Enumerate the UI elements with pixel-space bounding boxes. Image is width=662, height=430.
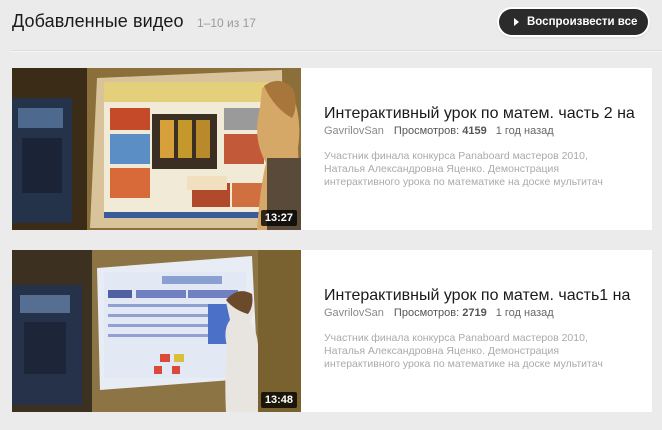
upload-age: 1 год назад bbox=[495, 307, 554, 319]
results-range: 1–10 из 17 bbox=[197, 16, 256, 30]
views-count: 2719 bbox=[462, 307, 487, 319]
views-label: Просмотров: bbox=[393, 307, 460, 319]
video-duration: 13:48 bbox=[260, 392, 297, 408]
play-all-label: Воспроизвести все bbox=[527, 16, 638, 28]
video-duration: 13:27 bbox=[260, 210, 297, 226]
description-line: Участник финала конкурса Panaboard масте… bbox=[324, 332, 588, 344]
video-description: Участник финала конкурса Panaboard масте… bbox=[324, 150, 652, 189]
video-title-link[interactable]: Интерактивный урок по матем. часть1 на bbox=[324, 287, 652, 305]
video-author-link[interactable]: GavrilovSan bbox=[324, 125, 384, 137]
video-thumbnail[interactable]: 13:27 bbox=[12, 68, 301, 230]
views-count: 4159 bbox=[462, 125, 487, 137]
play-all-button[interactable]: Воспроизвести все bbox=[499, 9, 648, 35]
video-meta: GavrilovSan Просмотров: 4159 1 год назад bbox=[324, 125, 652, 137]
description-line: Наталья Александровна Яценко. Демонстрац… bbox=[324, 163, 560, 175]
video-meta: GavrilovSan Просмотров: 2719 1 год назад bbox=[324, 307, 652, 319]
video-author-link[interactable]: GavrilovSan bbox=[324, 307, 384, 319]
video-description: Участник финала конкурса Panaboard масте… bbox=[324, 332, 652, 371]
section-title: Добавленные видео bbox=[12, 11, 184, 31]
play-icon bbox=[514, 18, 519, 26]
section-header: Добавленные видео 1–10 из 17 Воспроизвес… bbox=[0, 0, 662, 48]
video-item[interactable]: 13:27 Интерактивный урок по матем. часть… bbox=[12, 68, 652, 230]
description-line: Участник финала конкурса Panaboard масте… bbox=[324, 150, 588, 162]
upload-age: 1 год назад bbox=[495, 125, 554, 137]
video-thumbnail[interactable]: 13:48 bbox=[12, 250, 301, 412]
description-line: Наталья Александровна Яценко. Демонстрац… bbox=[324, 345, 560, 357]
description-line: интерактивного урока по математике на до… bbox=[324, 358, 603, 370]
description-line: интерактивного урока по математике на до… bbox=[324, 176, 603, 188]
views-label: Просмотров: bbox=[393, 125, 460, 137]
video-item[interactable]: 13:48 Интерактивный урок по матем. часть… bbox=[12, 250, 652, 412]
header-divider bbox=[12, 50, 662, 52]
video-title-link[interactable]: Интерактивный урок по матем. часть 2 на bbox=[324, 105, 652, 123]
